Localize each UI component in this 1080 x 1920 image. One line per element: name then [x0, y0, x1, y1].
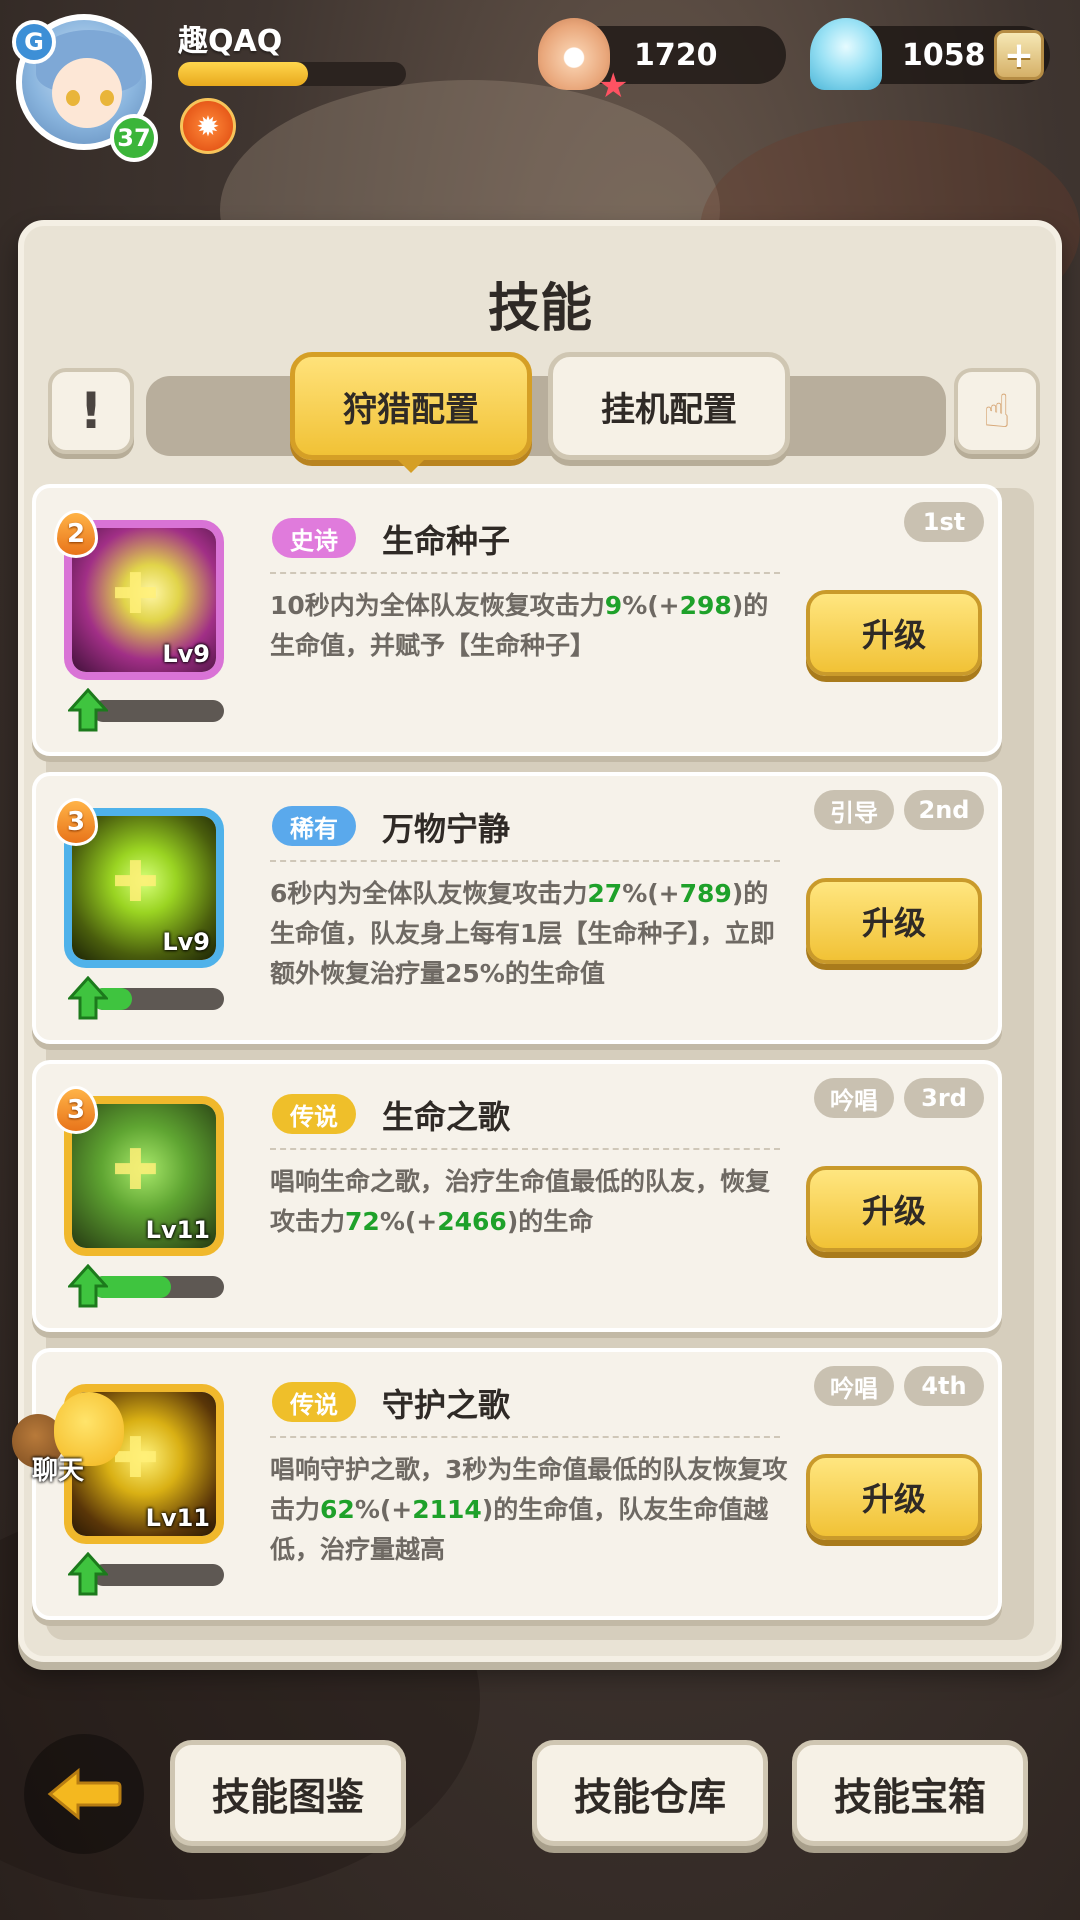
skill-progress-bar	[92, 1564, 224, 1586]
exp-bar-fill	[178, 62, 308, 86]
pearl-amount: 1720	[634, 37, 718, 73]
upgrade-arrow-icon	[68, 1264, 108, 1308]
highlight-value: 298	[679, 591, 732, 620]
tab-hunting-config[interactable]: 狩猎配置	[290, 352, 532, 473]
player-level-badge: 37	[110, 114, 158, 162]
skill-description: 唱响生命之歌，治疗生命值最低的队友，恢复攻击力72%(+2466)的生命	[270, 1162, 790, 1242]
divider	[270, 572, 780, 574]
highlight-value: 27	[587, 879, 623, 908]
divider	[270, 1436, 780, 1438]
upgrade-arrow-icon	[68, 688, 108, 732]
shell-amount: 1058	[902, 37, 986, 73]
starfish-icon: ★	[598, 66, 629, 106]
button-label: 技能宝箱	[833, 1774, 986, 1819]
tab-track	[146, 376, 946, 456]
skill-level: Lv9	[162, 640, 210, 668]
skill-type-tag: 吟唱	[814, 1078, 894, 1118]
skill-level: Lv11	[145, 1216, 210, 1244]
skill-rarity-badge: 传说	[272, 1382, 356, 1422]
pointing-hand-icon: ☝	[982, 384, 1011, 438]
skill-card[interactable]: ✚ Lv9 3 稀有 万物宁静 6秒内为全体队友恢复攻击力27%(+789)的生命值，队友…	[32, 772, 1002, 1044]
description-text: %(+	[622, 591, 680, 620]
upgrade-button[interactable]: 升级	[806, 590, 982, 676]
panel-title: 技能	[487, 279, 592, 339]
description-text: %(+	[379, 1207, 438, 1236]
divider	[270, 1148, 780, 1150]
upgrade-button[interactable]: 升级	[806, 1454, 982, 1540]
button-label: 技能图鉴	[211, 1774, 364, 1819]
player-name: 趣QAQ	[178, 24, 283, 59]
description-text: %(+	[622, 879, 680, 908]
description-text: %(+	[354, 1495, 413, 1524]
highlight-value: 789	[679, 879, 732, 908]
back-button[interactable]	[24, 1734, 144, 1854]
back-arrow-icon	[47, 1767, 122, 1821]
skill-description: 6秒内为全体队友恢复攻击力27%(+789)的生命值，队友身上每有1层【生命种子…	[270, 874, 790, 994]
skill-rank-badge: 3	[54, 798, 98, 846]
slot-order-tag: 3rd	[904, 1078, 984, 1118]
skill-level: Lv11	[145, 1504, 210, 1532]
exp-bar	[178, 62, 406, 86]
add-currency-button[interactable]: +	[994, 30, 1044, 80]
exclamation-icon: !	[79, 382, 103, 440]
healing-cross-icon: ✚	[112, 850, 159, 915]
skill-description: 唱响守护之歌，3秒为生命值最低的队友恢复攻击力62%(+2114)的生命值，队友…	[270, 1450, 790, 1570]
skill-codex-button[interactable]: 技能图鉴	[170, 1740, 406, 1846]
skill-card[interactable]: ✚ Lv11 传说 守护之歌 唱响守护之歌，3秒为生命值最低的队友恢复攻击力62%(+2…	[32, 1348, 1002, 1620]
skill-card[interactable]: ✚ Lv11 3 传说 生命之歌唱响生命之歌，治疗生命值最低的队友，恢复攻击力72%(+…	[32, 1060, 1002, 1332]
button-label: 技能仓库	[573, 1774, 726, 1819]
highlight-value: 72	[345, 1207, 380, 1236]
info-button[interactable]: !	[48, 368, 134, 454]
chat-label: 聊天	[32, 1456, 85, 1486]
skill-rank-badge: 2	[54, 510, 98, 558]
upgrade-button[interactable]: 升级	[806, 1166, 982, 1252]
highlight-value: 2466	[437, 1207, 507, 1236]
description-text: 10秒内为全体队友恢复攻击力	[270, 591, 605, 620]
skill-progress-bar	[92, 988, 224, 1010]
healing-cross-icon: ✚	[112, 1138, 159, 1203]
chat-button[interactable]: 聊天	[12, 1392, 132, 1492]
skill-progress-bar	[92, 1276, 224, 1298]
skill-rank-badge: 3	[54, 1086, 98, 1134]
skill-type-tag: 引导	[814, 790, 894, 830]
skill-name: 生命之歌	[382, 1098, 511, 1136]
highlight-value: 9	[604, 591, 623, 620]
skill-progress-bar	[92, 700, 224, 722]
skill-type-tag: 吟唱	[814, 1366, 894, 1406]
skill-description: 10秒内为全体队友恢复攻击力9%(+298)的生命值，并赋予【生命种子】	[270, 586, 790, 666]
game-logo-icon: G	[12, 20, 56, 64]
upgrade-button[interactable]: 升级	[806, 878, 982, 964]
tap-hand-button[interactable]: ☝	[954, 368, 1040, 454]
skill-name: 守护之歌	[382, 1386, 511, 1424]
skill-rarity-badge: 稀有	[272, 806, 356, 846]
skill-storage-button[interactable]: 技能仓库	[532, 1740, 768, 1846]
upgrade-arrow-icon	[68, 1552, 108, 1596]
skill-chest-button[interactable]: 技能宝箱	[792, 1740, 1028, 1846]
skill-rarity-badge: 传说	[272, 1094, 356, 1134]
divider	[270, 860, 780, 862]
skill-name: 生命种子	[382, 522, 511, 560]
skill-name: 万物宁静	[382, 810, 511, 848]
shell-gem-icon	[810, 18, 882, 90]
description-text: 6秒内为全体队友恢复攻击力	[270, 879, 588, 908]
upgrade-arrow-icon	[68, 976, 108, 1020]
pearl-currency: ★ 1720	[538, 18, 786, 106]
skill-card[interactable]: ✚ Lv9 2 史诗 生命种子 10秒内为全体队友恢复攻击力9%(+298)的生命值，并赋…	[32, 484, 1002, 756]
skill-level: Lv9	[162, 928, 210, 956]
tab-idle-config[interactable]: 挂机配置	[548, 352, 790, 460]
title-medal-icon[interactable]: ✹	[180, 98, 236, 154]
description-text: )的生命	[506, 1207, 594, 1236]
skill-rarity-badge: 史诗	[272, 518, 356, 558]
plus-icon: +	[1003, 34, 1035, 76]
slot-order-tag: 4th	[904, 1366, 984, 1406]
slot-order-tag: 2nd	[904, 790, 984, 830]
shell-currency: 1058 +	[810, 18, 1050, 90]
slot-order-tag: 1st	[904, 502, 984, 542]
highlight-value: 2114	[412, 1495, 482, 1524]
tab-label: 狩猎配置	[343, 389, 479, 430]
highlight-value: 62	[320, 1495, 355, 1524]
healing-cross-icon: ✚	[112, 562, 159, 627]
tab-label: 挂机配置	[601, 389, 737, 430]
player-avatar[interactable]: G 37	[12, 14, 158, 162]
